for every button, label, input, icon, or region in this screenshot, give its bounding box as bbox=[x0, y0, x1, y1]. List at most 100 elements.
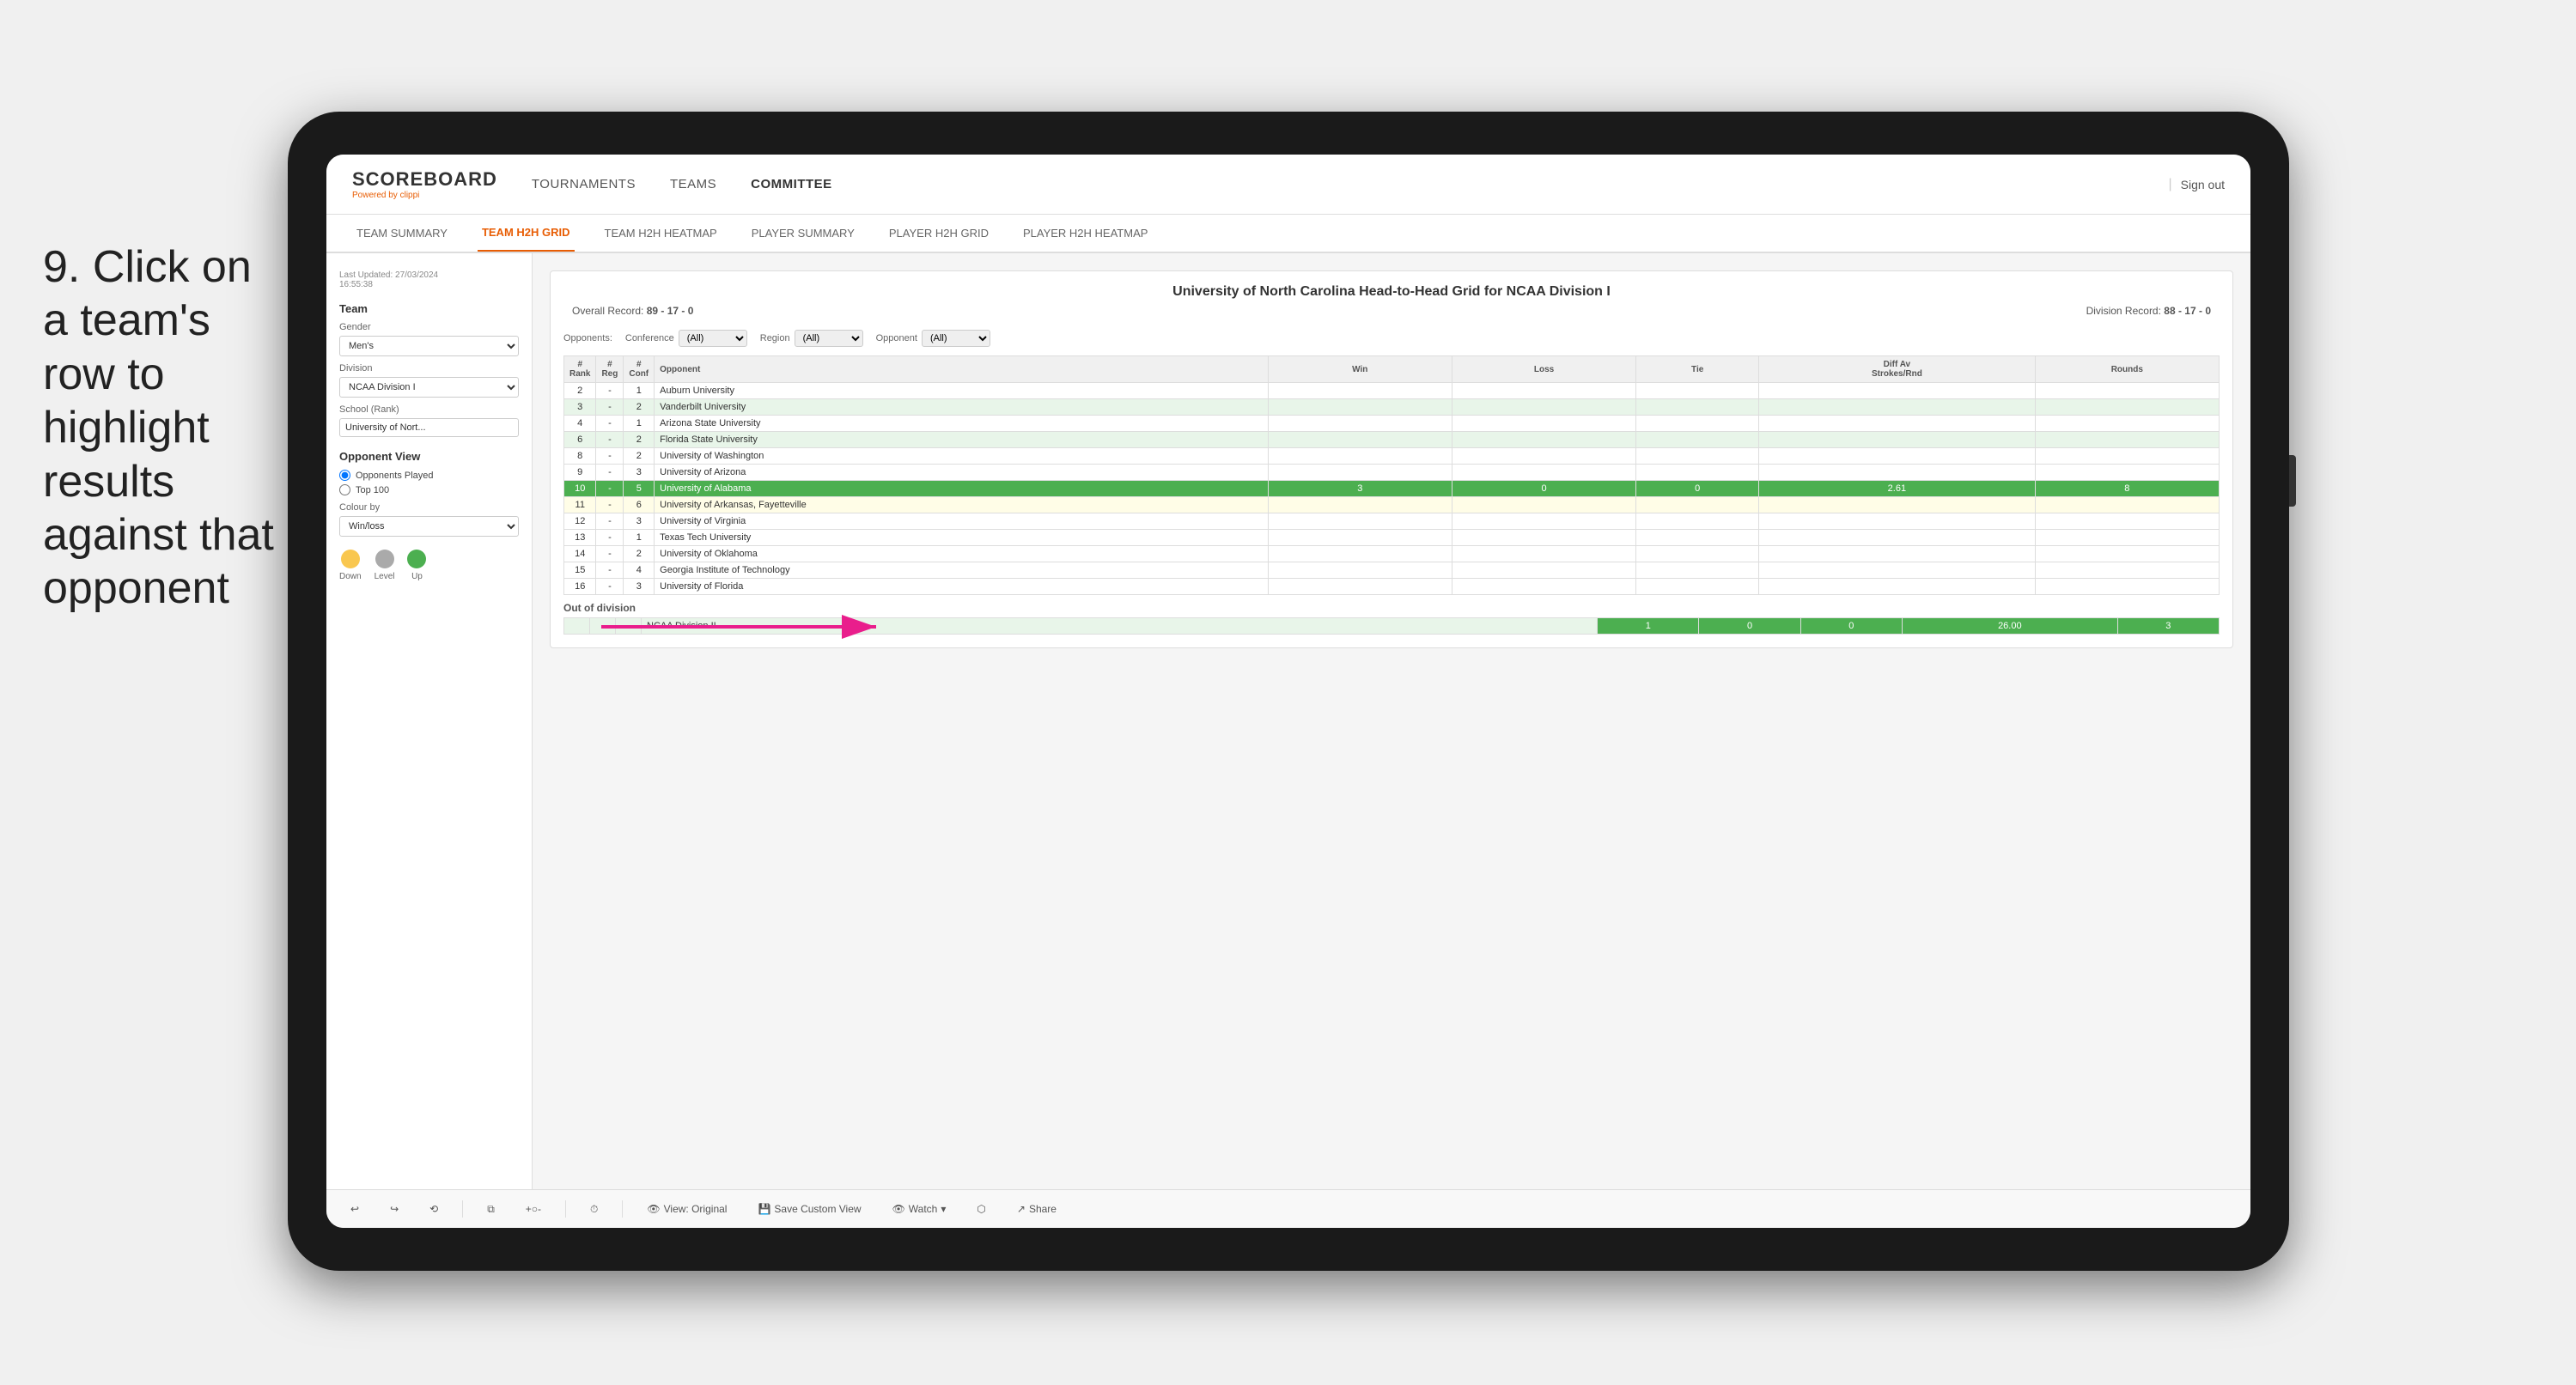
ood-win: 1 bbox=[1598, 618, 1699, 635]
cell-tie bbox=[1636, 448, 1759, 465]
cell-loss bbox=[1452, 448, 1635, 465]
cell-tie bbox=[1636, 465, 1759, 481]
grid-container: University of North Carolina Head-to-Hea… bbox=[550, 270, 2233, 648]
table-row[interactable]: 16 - 3 University of Florida bbox=[564, 579, 2220, 595]
conference-select[interactable]: (All) bbox=[679, 330, 747, 347]
watch-button[interactable]: 👁 Watch ▾ bbox=[886, 1200, 953, 1218]
cell-diff bbox=[1759, 432, 2036, 448]
sub-nav-player-h2h-heatmap[interactable]: PLAYER H2H HEATMAP bbox=[1019, 215, 1152, 252]
cell-rank: 13 bbox=[564, 530, 596, 546]
cell-rounds bbox=[2035, 579, 2219, 595]
conf-header: #Conf bbox=[624, 356, 655, 383]
sub-nav-player-h2h-grid[interactable]: PLAYER H2H GRID bbox=[885, 215, 993, 252]
redo-button[interactable]: ↪ bbox=[383, 1200, 405, 1218]
cell-reg: - bbox=[596, 416, 624, 432]
cell-rounds bbox=[2035, 530, 2219, 546]
cell-rounds bbox=[2035, 497, 2219, 513]
table-row[interactable]: 12 - 3 University of Virginia bbox=[564, 513, 2220, 530]
cell-tie bbox=[1636, 562, 1759, 579]
sidebar: Last Updated: 27/03/2024 16:55:38 Team G… bbox=[326, 253, 533, 1189]
diff-header: Diff AvStrokes/Rnd bbox=[1759, 356, 2036, 383]
cell-opponent: Florida State University bbox=[655, 432, 1268, 448]
table-row[interactable]: 13 - 1 Texas Tech University bbox=[564, 530, 2220, 546]
logo-scoreboard: SCOREBOARD bbox=[352, 168, 497, 191]
cell-tie bbox=[1636, 546, 1759, 562]
table-row[interactable]: 3 - 2 Vanderbilt University bbox=[564, 399, 2220, 416]
grid-records: Overall Record: 89 - 17 - 0 Division Rec… bbox=[563, 305, 2220, 317]
save-custom-view-button[interactable]: 💾 Save Custom View bbox=[751, 1200, 868, 1218]
cell-rank: 11 bbox=[564, 497, 596, 513]
sub-navigation: TEAM SUMMARY TEAM H2H GRID TEAM H2H HEAT… bbox=[326, 215, 2250, 253]
sub-nav-player-summary[interactable]: PLAYER SUMMARY bbox=[747, 215, 859, 252]
cell-tie: 0 bbox=[1636, 481, 1759, 497]
table-row[interactable]: 8 - 2 University of Washington bbox=[564, 448, 2220, 465]
table-row[interactable]: 11 - 6 University of Arkansas, Fayettevi… bbox=[564, 497, 2220, 513]
nav-committee[interactable]: COMMITTEE bbox=[751, 173, 832, 196]
step-back-button[interactable]: ⟲ bbox=[423, 1200, 445, 1218]
cell-opponent: Arizona State University bbox=[655, 416, 1268, 432]
school-input[interactable] bbox=[339, 418, 519, 437]
grid-area: University of North Carolina Head-to-Hea… bbox=[533, 253, 2250, 1189]
table-row[interactable]: 10 - 5 University of Alabama 3 0 0 2.61 … bbox=[564, 481, 2220, 497]
opponents-played-radio[interactable]: Opponents Played bbox=[339, 470, 519, 481]
sub-nav-team-h2h-heatmap[interactable]: TEAM H2H HEATMAP bbox=[600, 215, 722, 252]
table-row[interactable]: 4 - 1 Arizona State University bbox=[564, 416, 2220, 432]
share-icon: ↗ bbox=[1017, 1203, 1026, 1215]
cell-reg: - bbox=[596, 562, 624, 579]
cell-loss bbox=[1452, 465, 1635, 481]
cell-rank: 3 bbox=[564, 399, 596, 416]
out-of-division-row[interactable]: NCAA Division II 1 0 0 26.00 3 bbox=[564, 618, 2220, 635]
opponent-select[interactable]: (All) bbox=[922, 330, 990, 347]
sub-nav-team-summary[interactable]: TEAM SUMMARY bbox=[352, 215, 452, 252]
toolbar-sep-2 bbox=[565, 1200, 566, 1218]
cell-tie bbox=[1636, 513, 1759, 530]
add-button[interactable]: +○- bbox=[519, 1200, 548, 1218]
cell-loss: 0 bbox=[1452, 481, 1635, 497]
reg-header: #Reg bbox=[596, 356, 624, 383]
cell-win bbox=[1268, 513, 1452, 530]
cell-loss bbox=[1452, 399, 1635, 416]
cell-rank: 16 bbox=[564, 579, 596, 595]
cell-diff bbox=[1759, 530, 2036, 546]
cell-loss bbox=[1452, 497, 1635, 513]
cell-reg: - bbox=[596, 481, 624, 497]
view-original-button[interactable]: 👁 View: Original bbox=[640, 1200, 734, 1218]
top100-radio[interactable]: Top 100 bbox=[339, 484, 519, 495]
filter-row: Opponents: Conference (All) Region (All) bbox=[563, 330, 2220, 347]
clock-button[interactable]: ⏱ bbox=[583, 1200, 605, 1219]
cell-opponent: University of Alabama bbox=[655, 481, 1268, 497]
cell-conf: 5 bbox=[624, 481, 655, 497]
nav-teams[interactable]: TEAMS bbox=[670, 173, 716, 196]
overall-record: Overall Record: 89 - 17 - 0 bbox=[572, 305, 693, 317]
table-row[interactable]: 14 - 2 University of Oklahoma bbox=[564, 546, 2220, 562]
sub-nav-team-h2h-grid[interactable]: TEAM H2H GRID bbox=[478, 215, 575, 252]
table-row[interactable]: 6 - 2 Florida State University bbox=[564, 432, 2220, 448]
share-options-button[interactable]: ⬡ bbox=[970, 1200, 992, 1218]
cell-diff bbox=[1759, 513, 2036, 530]
table-body: 2 - 1 Auburn University 3 - 2 Vanderbilt… bbox=[564, 383, 2220, 595]
cell-loss bbox=[1452, 562, 1635, 579]
eye-icon: 👁 bbox=[647, 1203, 660, 1215]
sign-out-button[interactable]: Sign out bbox=[2181, 178, 2225, 191]
ood-reg bbox=[590, 618, 616, 635]
table-row[interactable]: 2 - 1 Auburn University bbox=[564, 383, 2220, 399]
gender-select[interactable]: Men's bbox=[339, 336, 519, 356]
region-select[interactable]: (All) bbox=[795, 330, 863, 347]
cell-reg: - bbox=[596, 399, 624, 416]
ood-loss: 0 bbox=[1699, 618, 1800, 635]
cell-diff: 2.61 bbox=[1759, 481, 2036, 497]
cell-conf: 1 bbox=[624, 416, 655, 432]
colour-by-select[interactable]: Win/loss bbox=[339, 516, 519, 537]
table-row[interactable]: 15 - 4 Georgia Institute of Technology bbox=[564, 562, 2220, 579]
share-button[interactable]: ↗ Share bbox=[1010, 1200, 1063, 1218]
nav-tournaments[interactable]: TOURNAMENTS bbox=[532, 173, 636, 196]
undo-button[interactable]: ↩ bbox=[344, 1200, 366, 1218]
cell-win bbox=[1268, 416, 1452, 432]
cell-rank: 12 bbox=[564, 513, 596, 530]
cell-win bbox=[1268, 562, 1452, 579]
table-row[interactable]: 9 - 3 University of Arizona bbox=[564, 465, 2220, 481]
instruction-text: 9. Click on a team's row to highlight re… bbox=[43, 240, 283, 616]
division-select[interactable]: NCAA Division I bbox=[339, 377, 519, 398]
ood-diff: 26.00 bbox=[1903, 618, 2118, 635]
copy-button[interactable]: ⧉ bbox=[480, 1200, 502, 1219]
